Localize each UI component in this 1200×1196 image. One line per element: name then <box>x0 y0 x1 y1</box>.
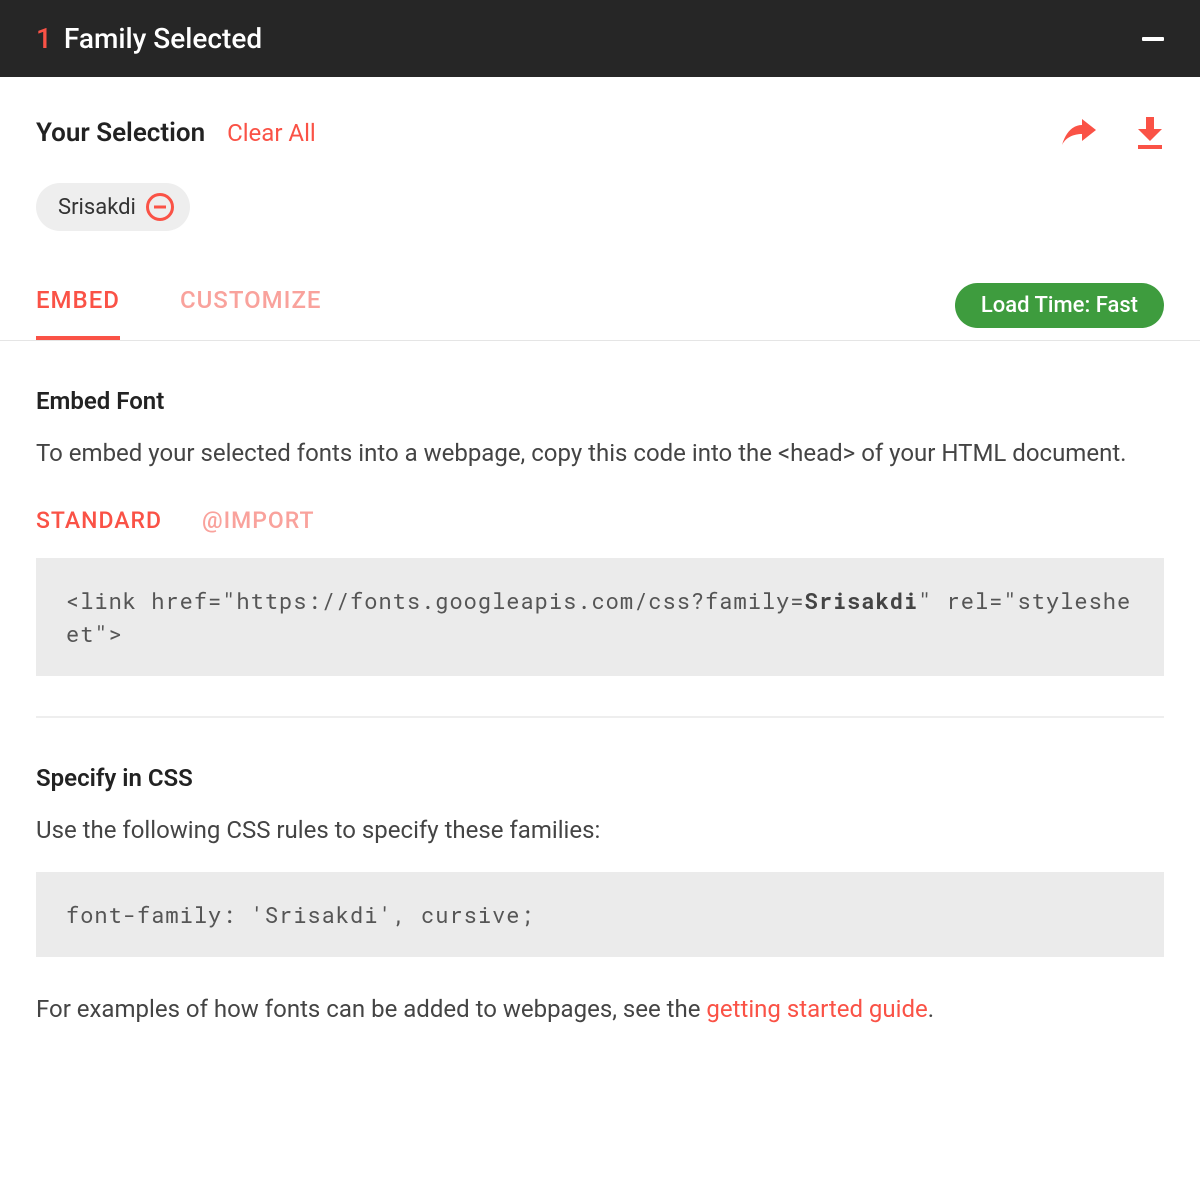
embed-code-block[interactable]: <link href="https://fonts.googleapis.com… <box>36 558 1164 676</box>
selected-title: Family Selected <box>64 22 262 55</box>
footer-text: For examples of how fonts can be added t… <box>36 991 1164 1027</box>
load-time-badge: Load Time: Fast <box>955 283 1164 328</box>
getting-started-link[interactable]: getting started guide <box>706 995 927 1023</box>
embed-font-description: To embed your selected fonts into a webp… <box>36 435 1164 471</box>
minimize-icon[interactable] <box>1142 37 1164 41</box>
selected-count: 1 <box>36 22 52 55</box>
font-chip-srisakdi: Srisakdi <box>36 183 190 231</box>
divider <box>36 716 1164 718</box>
share-icon[interactable] <box>1060 119 1096 147</box>
specify-css-description: Use the following CSS rules to specify t… <box>36 812 1164 848</box>
font-chip-label: Srisakdi <box>58 195 136 220</box>
remove-font-icon[interactable] <box>146 193 174 221</box>
tab-embed[interactable]: EMBED <box>36 286 120 340</box>
clear-all-button[interactable]: Clear All <box>227 119 316 147</box>
download-icon[interactable] <box>1136 117 1164 149</box>
subtab-import[interactable]: @IMPORT <box>202 507 315 534</box>
specify-css-heading: Specify in CSS <box>36 764 1164 792</box>
embed-font-heading: Embed Font <box>36 387 1164 415</box>
css-code-block[interactable]: font-family: 'Srisakdi', cursive; <box>36 872 1164 957</box>
tab-customize[interactable]: CUSTOMIZE <box>180 286 322 340</box>
selection-drawer-header: 1 Family Selected <box>0 0 1200 77</box>
subtab-standard[interactable]: STANDARD <box>36 507 162 534</box>
your-selection-label: Your Selection <box>36 118 205 148</box>
